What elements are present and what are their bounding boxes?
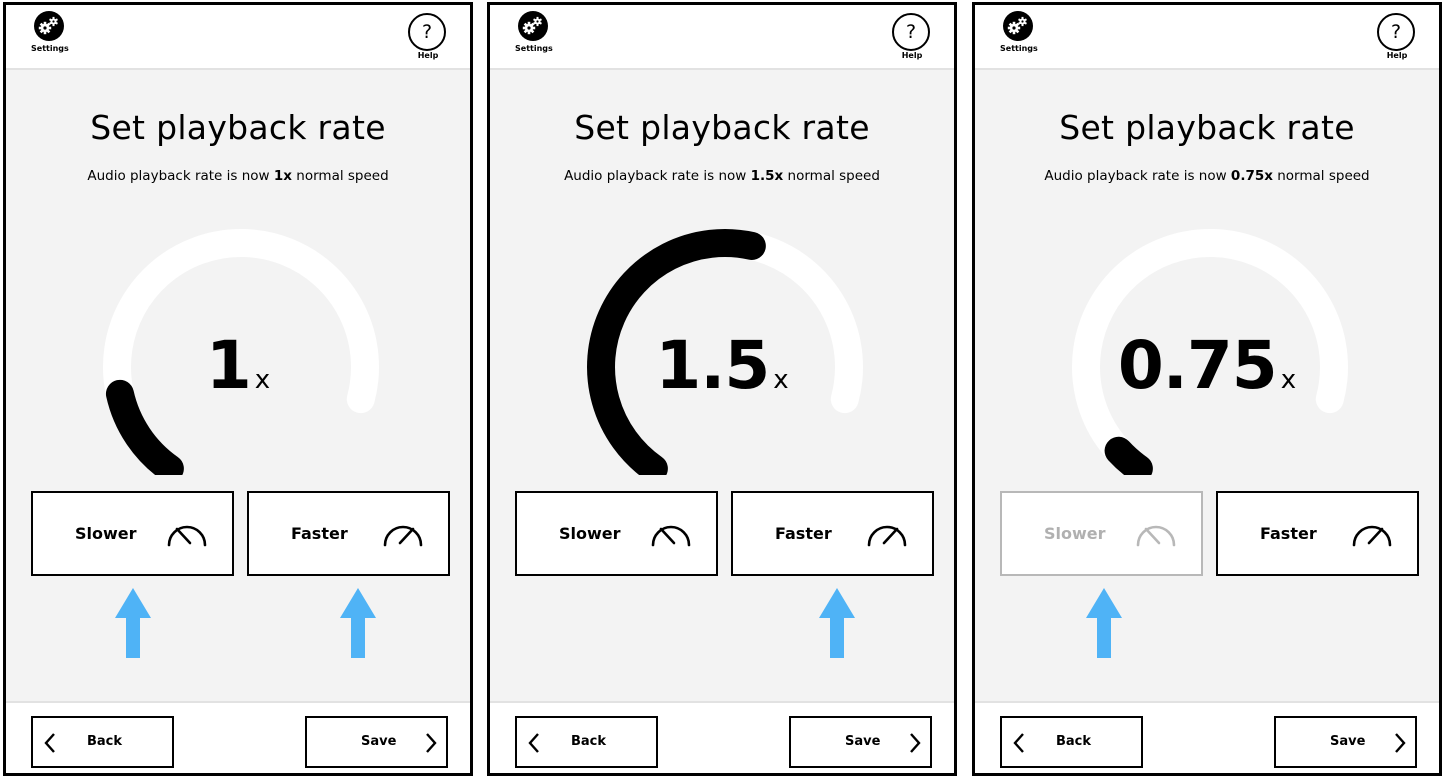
help-button[interactable]: ? Help bbox=[1377, 13, 1417, 60]
save-button[interactable]: Save bbox=[305, 716, 448, 768]
back-button[interactable]: Back bbox=[1000, 716, 1143, 768]
slower-label: Slower bbox=[75, 524, 137, 543]
rate-value: 1.5 bbox=[655, 327, 770, 404]
gears-icon bbox=[34, 11, 64, 41]
help-label: Help bbox=[901, 51, 923, 60]
speedometer-slow-icon bbox=[1136, 525, 1176, 547]
up-arrow-icon bbox=[115, 588, 151, 658]
back-label: Back bbox=[1056, 734, 1092, 749]
help-label: Help bbox=[417, 51, 439, 60]
save-label: Save bbox=[845, 734, 881, 749]
faster-button[interactable]: Faster bbox=[731, 491, 934, 576]
chevron-left-icon bbox=[1013, 733, 1024, 753]
gauge-fill bbox=[105, 379, 184, 475]
back-label: Back bbox=[87, 734, 123, 749]
slower-button[interactable]: Slower bbox=[31, 491, 234, 576]
up-arrow-icon bbox=[1086, 588, 1122, 658]
top-bar: Settings ? Help bbox=[975, 5, 1439, 70]
rate-unit: x bbox=[254, 365, 271, 395]
back-button[interactable]: Back bbox=[515, 716, 658, 768]
faster-label: Faster bbox=[775, 524, 832, 543]
screen-1: Settings ? Help Set playback rate Audio … bbox=[3, 2, 473, 776]
rate-readout: 1.5 x bbox=[490, 327, 954, 404]
rate-gauge bbox=[587, 229, 863, 475]
up-arrow-icon bbox=[340, 588, 376, 658]
rate-unit: x bbox=[773, 365, 789, 395]
settings-label: Settings bbox=[515, 44, 553, 53]
chevron-right-icon bbox=[910, 733, 921, 753]
bottom-bar: Back Save bbox=[6, 701, 470, 773]
help-icon: ? bbox=[408, 13, 446, 51]
speedometer-slow-icon bbox=[167, 525, 207, 547]
gauge-fill bbox=[1104, 436, 1153, 475]
speedometer-fast-icon bbox=[867, 525, 907, 547]
save-label: Save bbox=[1330, 734, 1366, 749]
chevron-left-icon bbox=[528, 733, 539, 753]
help-label: Help bbox=[1386, 51, 1408, 60]
settings-button[interactable]: Settings bbox=[515, 11, 553, 53]
help-icon: ? bbox=[1377, 13, 1415, 51]
rate-gauge bbox=[103, 229, 379, 475]
slower-button[interactable]: Slower bbox=[515, 491, 718, 576]
top-bar: Settings ? Help bbox=[490, 5, 954, 70]
rate-readout: 0.75 x bbox=[975, 327, 1439, 404]
settings-label: Settings bbox=[31, 44, 69, 53]
bottom-bar: Back Save bbox=[490, 701, 954, 773]
speedometer-fast-icon bbox=[1352, 525, 1392, 547]
faster-label: Faster bbox=[291, 524, 348, 543]
settings-button[interactable]: Settings bbox=[1000, 11, 1038, 53]
screen-3: Settings ? Help Set playback rate Audio … bbox=[972, 2, 1442, 776]
up-arrow-icon bbox=[819, 588, 855, 658]
chevron-right-icon bbox=[1395, 733, 1406, 753]
page-title: Set playback rate bbox=[574, 108, 870, 147]
rate-value: 0.75 bbox=[1117, 327, 1278, 404]
faster-button[interactable]: Faster bbox=[247, 491, 450, 576]
back-button[interactable]: Back bbox=[31, 716, 174, 768]
rate-readout: 1x bbox=[6, 327, 470, 404]
slower-label: Slower bbox=[1044, 524, 1106, 543]
screen-2: Settings ? Help Set playback rate Audio … bbox=[487, 2, 957, 776]
rate-gauge bbox=[1072, 229, 1348, 475]
settings-label: Settings bbox=[1000, 44, 1038, 53]
rate-unit: x bbox=[1280, 365, 1297, 395]
help-button[interactable]: ? Help bbox=[408, 13, 448, 60]
gears-icon bbox=[1003, 11, 1033, 41]
top-bar: Settings ? Help bbox=[6, 5, 470, 70]
bottom-bar: Back Save bbox=[975, 701, 1439, 773]
save-label: Save bbox=[361, 734, 397, 749]
stage: Settings ? Help Set playback rate Audio … bbox=[0, 0, 1447, 778]
help-button[interactable]: ? Help bbox=[892, 13, 932, 60]
gears-icon bbox=[518, 11, 548, 41]
slower-button[interactable]: Slower bbox=[1000, 491, 1203, 576]
faster-button[interactable]: Faster bbox=[1216, 491, 1419, 576]
chevron-left-icon bbox=[44, 733, 55, 753]
page-title: Set playback rate bbox=[90, 108, 386, 147]
rate-value: 1 bbox=[205, 327, 252, 404]
save-button[interactable]: Save bbox=[789, 716, 932, 768]
save-button[interactable]: Save bbox=[1274, 716, 1417, 768]
page-title: Set playback rate bbox=[1059, 108, 1355, 147]
speedometer-fast-icon bbox=[383, 525, 423, 547]
slower-label: Slower bbox=[559, 524, 621, 543]
chevron-right-icon bbox=[426, 733, 437, 753]
back-label: Back bbox=[571, 734, 607, 749]
help-icon: ? bbox=[892, 13, 930, 51]
faster-label: Faster bbox=[1260, 524, 1317, 543]
speedometer-slow-icon bbox=[651, 525, 691, 547]
settings-button[interactable]: Settings bbox=[31, 11, 69, 53]
